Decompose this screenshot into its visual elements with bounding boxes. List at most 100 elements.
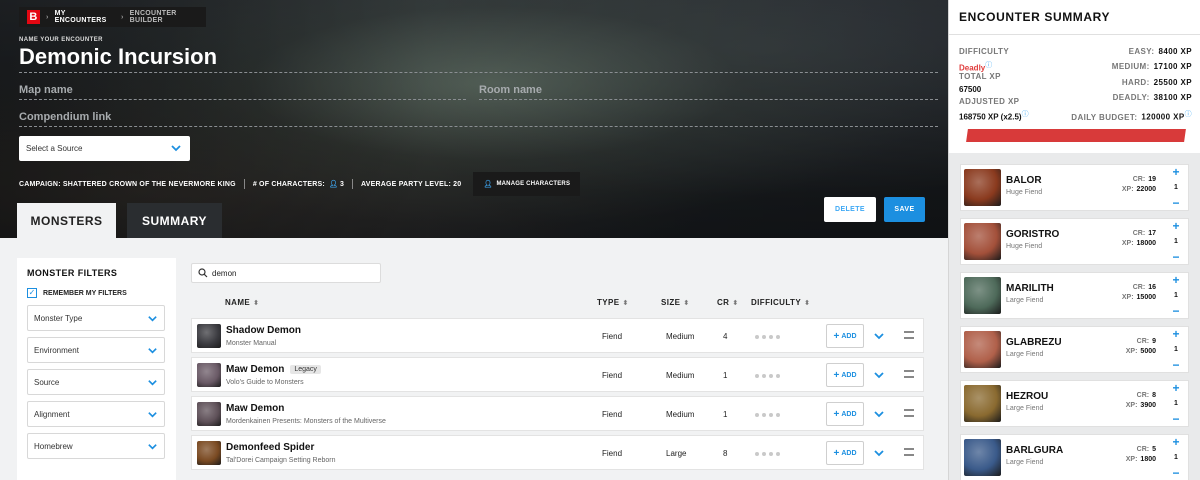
minus-icon[interactable]: − — [1172, 359, 1179, 371]
add-monster-button[interactable]: + ADD — [826, 441, 864, 465]
chevron-down-icon — [148, 412, 157, 418]
chevron-down-icon — [171, 145, 181, 152]
source-select[interactable]: Select a Source — [19, 136, 190, 161]
tab-summary[interactable]: SUMMARY — [127, 203, 222, 238]
column-label: TYPE — [597, 298, 620, 307]
column-size[interactable]: SIZE ⬍ — [661, 298, 690, 307]
chevron-down-icon[interactable] — [872, 329, 886, 343]
divider — [949, 34, 1200, 35]
info-icon[interactable]: ⓘ — [1185, 111, 1192, 118]
plus-icon[interactable]: + — [1172, 274, 1179, 286]
drag-handle-icon[interactable] — [904, 448, 914, 456]
minus-icon[interactable]: − — [1172, 413, 1179, 425]
info-icon[interactable]: ⓘ — [1022, 111, 1029, 118]
monster-size: Medium — [666, 332, 695, 341]
save-button[interactable]: SAVE — [884, 197, 925, 222]
dndbeyond-logo[interactable]: B — [27, 10, 40, 24]
creature-avatar — [964, 223, 1001, 260]
info-icon[interactable]: ⓘ — [985, 62, 992, 69]
difficulty-value: Deadlyⓘ — [959, 60, 992, 73]
xp-value: 15000 — [1136, 294, 1156, 301]
manage-characters-button[interactable]: 👤︎ MANAGE CHARACTERS — [473, 172, 581, 196]
filter-source[interactable]: Source — [27, 369, 165, 395]
threshold-label: HARD: — [1121, 78, 1150, 87]
creature-card[interactable]: BALOR Huge Fiend CR: 19 XP: 22000 +1 − — [960, 164, 1189, 211]
plus-icon[interactable]: + — [1172, 382, 1179, 394]
creature-card[interactable]: GORISTRO Huge Fiend CR: 17 XP: 18000 +1 − — [960, 218, 1189, 265]
xp-label: XP: — [1125, 456, 1138, 463]
creature-card[interactable]: GLABREZU Large Fiend CR: 9 XP: 5000 +1 − — [960, 326, 1189, 373]
cr-label: CR: — [1132, 176, 1146, 183]
monster-row[interactable]: Maw Demon Mordenkainen Presents: Monster… — [191, 396, 924, 431]
remember-filters-checkbox[interactable]: ✓ REMEMBER MY FILTERS — [27, 288, 166, 298]
difficulty-label: DIFFICULTY — [959, 47, 1010, 56]
quantity-stepper: +1 − — [1164, 435, 1188, 480]
column-name[interactable]: NAME ⬍ — [225, 298, 259, 307]
minus-icon[interactable]: − — [1172, 251, 1179, 263]
monster-name: Shadow Demon — [226, 325, 301, 336]
column-difficulty[interactable]: DIFFICULTY ⬍ — [751, 298, 810, 307]
monster-row[interactable]: Shadow Demon Monster Manual Fiend Medium… — [191, 318, 924, 353]
creature-avatar — [964, 439, 1001, 476]
difficulty-dots — [755, 335, 780, 339]
creature-cr: CR: 16 — [1133, 284, 1156, 291]
creature-avatar — [964, 277, 1001, 314]
map-name-input[interactable]: Map name — [19, 84, 466, 100]
filter-environment[interactable]: Environment — [27, 337, 165, 363]
creature-avatar — [964, 331, 1001, 368]
quantity-value[interactable]: 1 — [1174, 400, 1178, 407]
tab-monsters[interactable]: MONSTERS — [17, 203, 116, 238]
creature-card[interactable]: BARLGURA Large Fiend CR: 5 XP: 1800 +1 − — [960, 434, 1189, 480]
chevron-down-icon — [148, 348, 157, 354]
quantity-value[interactable]: 1 — [1174, 184, 1178, 191]
plus-icon[interactable]: + — [1172, 166, 1179, 178]
creature-card[interactable]: HEZROU Large Fiend CR: 8 XP: 3900 +1 − — [960, 380, 1189, 427]
add-monster-button[interactable]: + ADD — [826, 402, 864, 426]
drag-handle-icon[interactable] — [904, 370, 914, 378]
creature-card[interactable]: MARILITH Large Fiend CR: 16 XP: 15000 +1 − — [960, 272, 1189, 319]
filter-alignment[interactable]: Alignment — [27, 401, 165, 427]
plus-icon[interactable]: + — [1172, 220, 1179, 232]
plus-icon[interactable]: + — [1172, 436, 1179, 448]
monster-source: Volo's Guide to Monsters — [226, 379, 304, 386]
filter-homebrew[interactable]: Homebrew — [27, 433, 165, 459]
chevron-down-icon[interactable] — [872, 446, 886, 460]
monster-search-input[interactable]: demon — [191, 263, 381, 283]
add-monster-button[interactable]: + ADD — [826, 363, 864, 387]
encounter-name-input[interactable]: Demonic Incursion — [19, 44, 938, 73]
minus-icon[interactable]: − — [1172, 467, 1179, 479]
room-name-input[interactable]: Room name — [479, 84, 938, 100]
filters-title: MONSTER FILTERS — [27, 268, 118, 278]
monster-name: Demonfeed Spider — [226, 442, 314, 453]
creature-cr: CR: 8 — [1137, 392, 1156, 399]
filter-monster-type[interactable]: Monster Type — [27, 305, 165, 331]
quantity-value[interactable]: 1 — [1174, 454, 1178, 461]
column-cr[interactable]: CR ⬍ — [717, 298, 739, 307]
chevron-down-icon — [148, 380, 157, 386]
column-type[interactable]: TYPE ⬍ — [597, 298, 629, 307]
compendium-link-input[interactable]: Compendium link — [19, 111, 938, 127]
minus-icon[interactable]: − — [1172, 197, 1179, 209]
creature-cr: CR: 19 — [1133, 176, 1156, 183]
monster-thumbnail — [197, 324, 221, 348]
monster-cr: 4 — [723, 332, 728, 341]
quantity-stepper: +1 − — [1164, 381, 1188, 426]
add-monster-button[interactable]: + ADD — [826, 324, 864, 348]
chevron-down-icon[interactable] — [872, 368, 886, 382]
minus-icon[interactable]: − — [1172, 305, 1179, 317]
threshold-deadly: DEADLY: 38100 XP — [1113, 93, 1192, 102]
cr-label: CR: — [1136, 338, 1150, 345]
filter-label: Alignment — [34, 409, 70, 419]
drag-handle-icon[interactable] — [904, 409, 914, 417]
creature-name: GLABREZU — [1006, 337, 1062, 348]
monster-row[interactable]: Maw Demon Legacy Volo's Guide to Monsters… — [191, 357, 924, 392]
drag-handle-icon[interactable] — [904, 331, 914, 339]
breadcrumb-my-encounters[interactable]: MY ENCOUNTERS — [55, 10, 115, 24]
quantity-value[interactable]: 1 — [1174, 292, 1178, 299]
delete-button[interactable]: DELETE — [824, 197, 876, 222]
monster-row[interactable]: Demonfeed Spider Tal'Dorei Campaign Sett… — [191, 435, 924, 470]
quantity-value[interactable]: 1 — [1174, 346, 1178, 353]
plus-icon[interactable]: + — [1172, 328, 1179, 340]
quantity-value[interactable]: 1 — [1174, 238, 1178, 245]
chevron-down-icon[interactable] — [872, 407, 886, 421]
